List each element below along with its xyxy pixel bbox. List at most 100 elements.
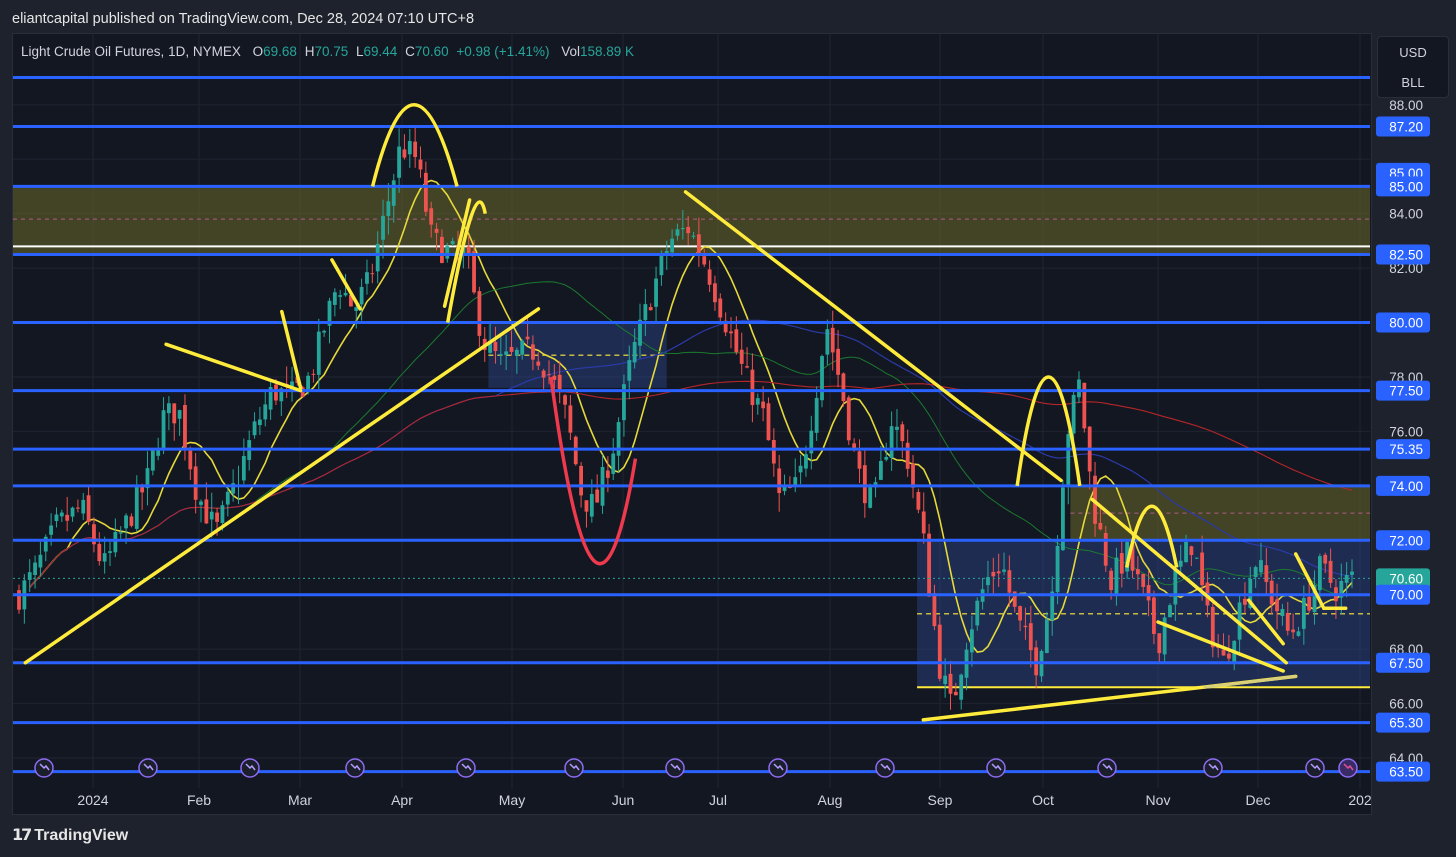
legend-volume-label: Vol bbox=[561, 44, 581, 59]
candle-body bbox=[975, 600, 980, 626]
candle-body bbox=[739, 349, 744, 364]
candle-body bbox=[1103, 532, 1108, 566]
candle-body bbox=[830, 327, 835, 353]
candle-body bbox=[525, 336, 530, 340]
candle-body bbox=[209, 511, 214, 520]
candle-body bbox=[1264, 565, 1269, 582]
candle-body bbox=[493, 341, 498, 352]
y-tick-label: 84.00 bbox=[1389, 207, 1423, 222]
candle-body bbox=[1173, 569, 1178, 605]
candle-body bbox=[434, 228, 439, 233]
candle-body bbox=[1178, 560, 1183, 567]
candle-body bbox=[70, 507, 75, 517]
candle-body bbox=[391, 180, 396, 206]
x-tick-label: Sep bbox=[928, 792, 953, 808]
candle-body bbox=[911, 463, 915, 488]
candle-body bbox=[836, 348, 840, 375]
candle-body bbox=[729, 331, 733, 334]
candle-body bbox=[921, 511, 926, 534]
candlestick-chart[interactable]: 2024 Feb Mar Apr May Jun Jul Aug Sep Oct Nov Dec 202… bbox=[0, 0, 1456, 857]
legend-symbol: Light Crude Oil Futures, 1D, NYMEX bbox=[21, 44, 241, 59]
candle-body bbox=[38, 554, 43, 568]
candle-body bbox=[1253, 567, 1258, 578]
candle-body bbox=[937, 624, 942, 679]
candle-body bbox=[466, 246, 471, 254]
x-tick-label: 202 bbox=[1348, 792, 1372, 808]
level-label: 63.50 bbox=[1389, 765, 1423, 780]
candle-body bbox=[932, 593, 937, 627]
candle-body bbox=[1344, 575, 1349, 583]
x-tick-label: Jul bbox=[709, 792, 727, 808]
candle-body bbox=[498, 354, 503, 356]
candle-body bbox=[761, 401, 766, 409]
level-label: 77.50 bbox=[1389, 384, 1423, 399]
event-markers bbox=[34, 758, 1358, 778]
candle-body bbox=[766, 403, 771, 441]
candle-body bbox=[193, 466, 198, 500]
legend-close: 70.60 bbox=[414, 44, 449, 59]
candle-body bbox=[124, 515, 128, 529]
candle-body bbox=[1291, 629, 1296, 633]
candle-body bbox=[472, 251, 476, 293]
candle-body bbox=[696, 234, 701, 255]
candle-body bbox=[996, 571, 1001, 574]
candle-body bbox=[568, 405, 573, 433]
unit-label[interactable]: BLL bbox=[1378, 75, 1448, 90]
candle-body bbox=[595, 489, 600, 503]
level-label: 65.30 bbox=[1389, 716, 1423, 731]
candle-body bbox=[263, 404, 268, 420]
y-tick-label: 88.00 bbox=[1389, 98, 1423, 113]
candle-body bbox=[241, 455, 246, 481]
candle-body bbox=[1323, 554, 1328, 564]
x-tick-label: Dec bbox=[1246, 792, 1271, 808]
level-label: 67.50 bbox=[1389, 656, 1423, 671]
last-price-label: 70.60 bbox=[1389, 571, 1423, 586]
x-tick-label: Apr bbox=[391, 792, 413, 808]
y-axis: 88.0084.0082.0078.0076.0068.0066.0064.00… bbox=[1376, 98, 1430, 782]
candle-body bbox=[386, 201, 391, 216]
candle-body bbox=[477, 291, 482, 336]
legend-open-label: O bbox=[252, 44, 264, 59]
candle-body bbox=[429, 208, 434, 225]
candle-body bbox=[381, 215, 385, 240]
candle-body bbox=[397, 146, 401, 178]
candle-body bbox=[65, 514, 70, 521]
supply-zone-lower bbox=[1070, 485, 1370, 541]
candle-body bbox=[17, 590, 21, 610]
candle-body bbox=[220, 505, 225, 523]
candle-body bbox=[445, 246, 450, 259]
candle-body bbox=[900, 424, 905, 442]
y-tick-label: 66.00 bbox=[1389, 697, 1423, 712]
candle-body bbox=[820, 356, 824, 401]
candle-body bbox=[1226, 653, 1231, 659]
legend-high: 70.75 bbox=[314, 44, 349, 59]
candle-body bbox=[118, 532, 123, 534]
candle-body bbox=[616, 422, 621, 456]
candle-body bbox=[1152, 597, 1156, 634]
currency-label[interactable]: USD bbox=[1378, 45, 1448, 60]
candle-body bbox=[846, 397, 851, 441]
x-tick-label: Oct bbox=[1032, 792, 1054, 808]
candle-body bbox=[59, 512, 64, 517]
candle-body bbox=[1194, 557, 1199, 559]
candle-body bbox=[680, 228, 685, 230]
tradingview-logo[interactable]: 17 TradingView bbox=[12, 825, 128, 845]
candle-body bbox=[316, 331, 321, 375]
unit-box[interactable]: USD BLL bbox=[1377, 36, 1449, 98]
x-tick-label: Jun bbox=[612, 792, 635, 808]
legend-open: 69.68 bbox=[263, 44, 297, 59]
candle-body bbox=[1296, 631, 1301, 636]
candle-body bbox=[707, 269, 712, 285]
y-tick-label: 76.00 bbox=[1389, 424, 1423, 439]
candle-body bbox=[375, 243, 380, 272]
candle-body bbox=[413, 141, 418, 158]
x-tick-label: May bbox=[499, 792, 525, 808]
candle-body bbox=[905, 442, 910, 469]
candle-body bbox=[402, 149, 407, 158]
candle-body bbox=[686, 226, 691, 234]
candle-body bbox=[895, 426, 899, 430]
candle-body bbox=[274, 384, 278, 401]
level-label: 74.00 bbox=[1389, 479, 1423, 494]
candle-body bbox=[1189, 546, 1194, 556]
candle-body bbox=[1018, 606, 1022, 621]
